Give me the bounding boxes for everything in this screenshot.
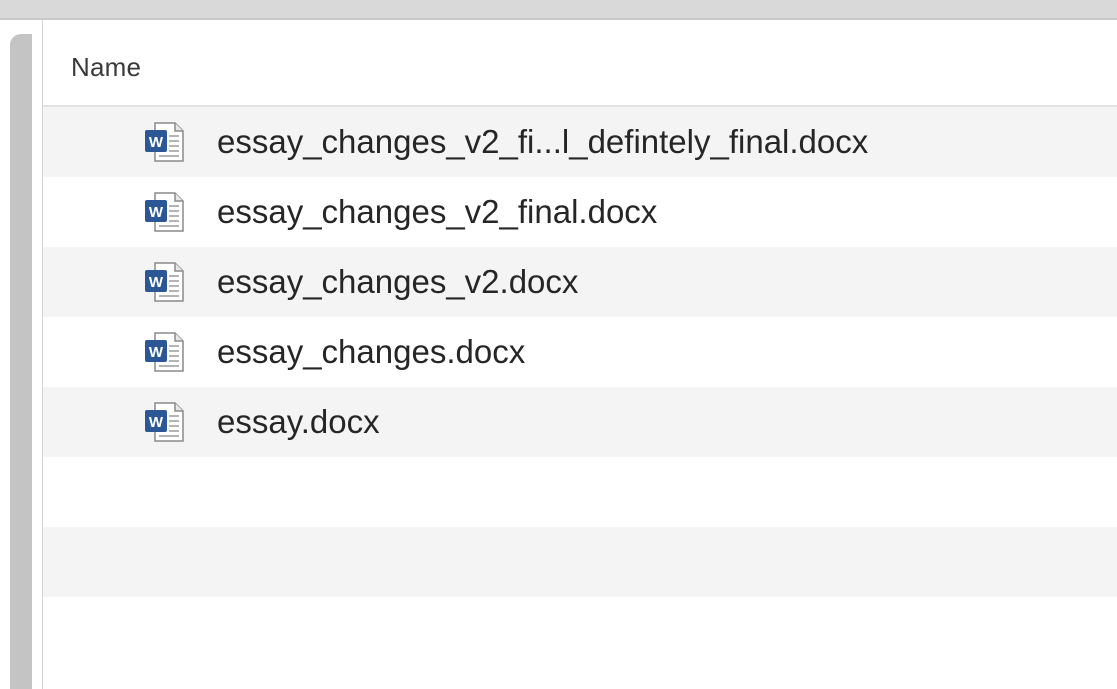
word-document-icon: W (145, 262, 184, 302)
finder-window: Name W essay_changes_v2_fi...l_defintely… (0, 0, 1117, 689)
word-document-icon: W (145, 402, 184, 442)
svg-text:W: W (149, 274, 164, 291)
file-name: essay_changes_v2.docx (217, 263, 579, 300)
file-list: Name W essay_changes_v2_fi...l_defintely… (42, 20, 1117, 689)
svg-text:W: W (149, 344, 164, 361)
sidebar-scrollbar[interactable] (10, 34, 32, 689)
word-document-icon: W (145, 192, 184, 232)
toolbar-edge (0, 0, 1117, 20)
file-row[interactable]: W essay.docx (43, 387, 1117, 457)
svg-text:W: W (149, 134, 164, 151)
file-row[interactable]: W essay_changes_v2_fi...l_defintely_fina… (43, 107, 1117, 177)
empty-row (43, 457, 1117, 527)
file-row[interactable]: W essay_changes.docx (43, 317, 1117, 387)
file-name: essay_changes_v2_final.docx (217, 193, 658, 230)
file-name: essay.docx (217, 403, 380, 440)
file-rows: W essay_changes_v2_fi...l_defintely_fina… (43, 107, 1117, 667)
sidebar-edge (0, 20, 34, 689)
svg-text:W: W (149, 204, 164, 221)
empty-row (43, 597, 1117, 667)
file-name: essay_changes_v2_fi...l_defintely_final.… (217, 123, 869, 160)
file-row[interactable]: W essay_changes_v2.docx (43, 247, 1117, 317)
word-document-icon: W (145, 122, 184, 162)
empty-row (43, 527, 1117, 597)
name-column-header[interactable]: Name (43, 20, 1117, 107)
word-document-icon: W (145, 332, 184, 372)
name-column-label: Name (71, 52, 142, 82)
file-row[interactable]: W essay_changes_v2_final.docx (43, 177, 1117, 247)
file-name: essay_changes.docx (217, 333, 526, 370)
svg-text:W: W (149, 414, 164, 431)
